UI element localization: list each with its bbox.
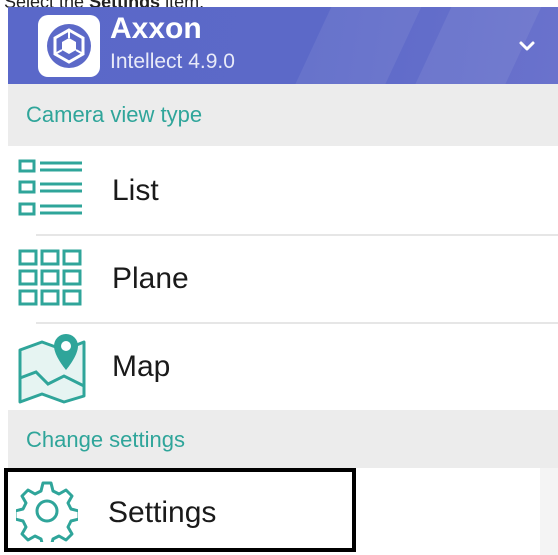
section-title: Change settings	[26, 427, 185, 452]
menu-item-plane[interactable]: Plane	[8, 236, 558, 322]
app-header[interactable]: Axxon Intellect 4.9.0	[8, 7, 558, 84]
menu-item-label: Plane	[112, 262, 189, 295]
section-title: Camera view type	[26, 102, 203, 127]
map-pin-icon	[18, 332, 88, 409]
list-icon	[18, 158, 84, 225]
axxon-logo-icon	[38, 15, 100, 77]
app-name: Axxon	[110, 12, 202, 45]
instruction-caption: Select the Settings item.	[4, 0, 204, 11]
menu-item-list[interactable]: List	[8, 146, 558, 234]
menu-item-settings[interactable]: Settings	[4, 468, 356, 552]
section-change-settings: Change settings	[8, 410, 558, 468]
menu-item-map[interactable]: Map	[8, 324, 558, 410]
section-camera-view-type: Camera view type	[8, 84, 558, 146]
menu-item-label: Map	[112, 350, 171, 383]
menu-item-label: List	[112, 174, 159, 207]
chevron-down-icon[interactable]	[514, 33, 540, 59]
grid-icon	[18, 247, 84, 314]
gear-icon	[13, 480, 81, 549]
app-version: Intellect 4.9.0	[110, 50, 235, 73]
menu-item-label: Settings	[108, 496, 217, 529]
